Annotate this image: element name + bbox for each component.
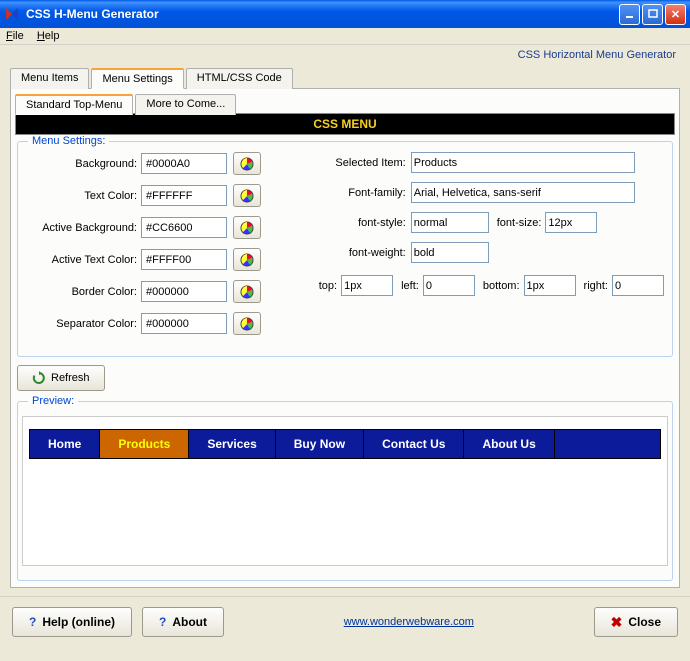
font-family-select[interactable]: Arial, Helvetica, sans-serif <box>411 182 635 203</box>
website-link[interactable]: www.wonderwebware.com <box>234 616 584 628</box>
padding-top-select[interactable]: 1px <box>341 275 393 296</box>
padding-bottom-select[interactable]: 1px <box>524 275 576 296</box>
font-weight-select[interactable]: bold <box>411 242 489 263</box>
padding-left-select[interactable]: 0 <box>423 275 475 296</box>
label-selected: Selected Item: <box>319 157 411 169</box>
footer: ?Help (online) ?About www.wonderwebware.… <box>0 596 690 647</box>
subtab-standard[interactable]: Standard Top-Menu <box>15 94 133 115</box>
title-bar: CSS H-Menu Generator ✕ <box>0 0 690 28</box>
window-title: CSS H-Menu Generator <box>26 7 619 21</box>
border-color-picker[interactable] <box>233 280 261 303</box>
menu-settings-group: Menu Settings: Background: Text Color: A… <box>17 141 673 357</box>
page-description: CSS Horizontal Menu Generator <box>0 45 690 67</box>
help-online-button[interactable]: ?Help (online) <box>12 607 132 637</box>
preview-group: Preview: Home Products Services Buy Now … <box>17 401 673 581</box>
close-button[interactable]: ✖Close <box>594 607 678 637</box>
preview-item-services[interactable]: Services <box>189 430 275 458</box>
preview-legend: Preview: <box>28 395 78 407</box>
preview-item-home[interactable]: Home <box>30 430 100 458</box>
label-top: top: <box>319 280 337 292</box>
refresh-button[interactable]: Refresh <box>17 365 105 391</box>
refresh-icon <box>32 371 46 385</box>
label-bottom: bottom: <box>483 280 520 292</box>
selected-item-select[interactable]: Products <box>411 152 635 173</box>
label-separator: Separator Color: <box>26 318 141 330</box>
tab-html-css[interactable]: HTML/CSS Code <box>186 68 293 89</box>
active-bg-input[interactable] <box>141 217 227 238</box>
preview-menu: Home Products Services Buy Now Contact U… <box>29 429 661 459</box>
close-icon: ✖ <box>611 614 623 631</box>
tab-menu-items[interactable]: Menu Items <box>10 68 89 89</box>
preview-item-about[interactable]: About Us <box>464 430 554 458</box>
label-font-style: font-style: <box>319 217 411 229</box>
menu-file[interactable]: File <box>6 30 24 42</box>
active-text-input[interactable] <box>141 249 227 270</box>
background-color-picker[interactable] <box>233 152 261 175</box>
separator-color-input[interactable] <box>141 313 227 334</box>
label-border: Border Color: <box>26 286 141 298</box>
css-menu-banner: CSS MENU <box>15 113 675 135</box>
label-left: left: <box>401 280 419 292</box>
close-window-button[interactable]: ✕ <box>665 4 686 25</box>
text-color-picker[interactable] <box>233 184 261 207</box>
font-size-select[interactable]: 12px <box>545 212 597 233</box>
menu-settings-legend: Menu Settings: <box>28 135 109 147</box>
app-icon <box>4 6 20 22</box>
label-font-size: font-size: <box>497 217 542 229</box>
help-icon: ? <box>29 615 36 629</box>
label-font-family: Font-family: <box>319 187 411 199</box>
border-color-input[interactable] <box>141 281 227 302</box>
label-right: right: <box>584 280 608 292</box>
menu-bar: File Help <box>0 28 690 45</box>
label-background: Background: <box>26 158 141 170</box>
separator-color-picker[interactable] <box>233 312 261 335</box>
about-icon: ? <box>159 615 166 629</box>
maximize-button[interactable] <box>642 4 663 25</box>
text-color-input[interactable] <box>141 185 227 206</box>
label-active-bg: Active Background: <box>26 222 141 234</box>
label-text-color: Text Color: <box>26 190 141 202</box>
padding-right-select[interactable]: 0 <box>612 275 664 296</box>
preview-item-buynow[interactable]: Buy Now <box>276 430 364 458</box>
preview-item-products[interactable]: Products <box>100 430 189 458</box>
menu-help[interactable]: Help <box>37 30 60 42</box>
background-input[interactable] <box>141 153 227 174</box>
subtab-more[interactable]: More to Come... <box>135 94 236 115</box>
label-font-weight: font-weight: <box>319 247 411 259</box>
preview-item-contact[interactable]: Contact Us <box>364 430 464 458</box>
active-text-color-picker[interactable] <box>233 248 261 271</box>
font-style-select[interactable]: normal <box>411 212 489 233</box>
label-active-text: Active Text Color: <box>26 254 141 266</box>
active-bg-color-picker[interactable] <box>233 216 261 239</box>
about-button[interactable]: ?About <box>142 607 224 637</box>
tab-menu-settings[interactable]: Menu Settings <box>91 68 183 89</box>
minimize-button[interactable] <box>619 4 640 25</box>
